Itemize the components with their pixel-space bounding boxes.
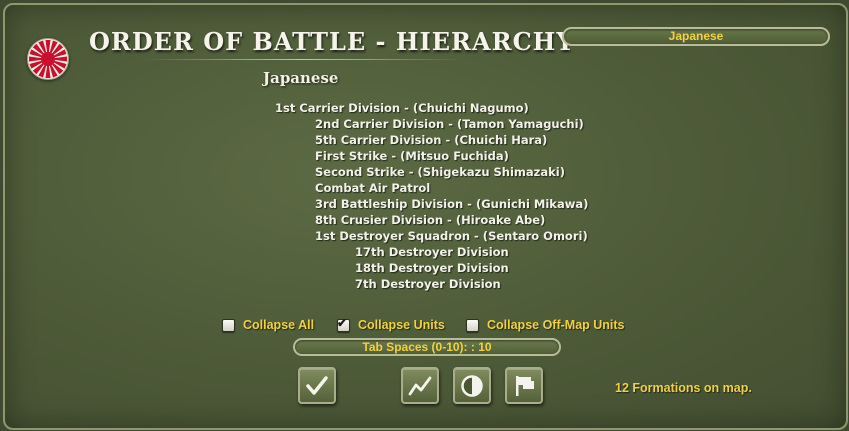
formation-item[interactable]: 1st Carrier Division - (Chuichi Nagumo): [275, 100, 529, 116]
collapse-units-label: Collapse Units: [358, 318, 445, 332]
collapse-units-checkbox[interactable]: ✔: [337, 315, 350, 332]
flag-button[interactable]: [505, 367, 543, 404]
line-graph-icon: [408, 376, 432, 395]
formation-item[interactable]: 5th Carrier Division - (Chuichi Hara): [315, 132, 547, 148]
tab-spaces-control[interactable]: Tab Spaces (0-10): : 10: [293, 338, 561, 356]
collapse-offmap-label: Collapse Off-Map Units: [487, 318, 625, 332]
formation-item[interactable]: First Strike - (Mitsuo Fuchida): [315, 148, 509, 164]
formation-item[interactable]: 8th Crusier Division - (Hiroake Abe): [315, 212, 545, 228]
formation-item[interactable]: 17th Destroyer Division: [355, 244, 509, 260]
formation-item[interactable]: Combat Air Patrol: [315, 180, 430, 196]
collapse-options: Collapse All ✔ Collapse Units Collapse O…: [5, 315, 849, 338]
collapse-all-checkbox[interactable]: [222, 318, 235, 332]
formation-item[interactable]: 2nd Carrier Division - (Tamon Yamaguchi): [315, 116, 584, 132]
contrast-icon: [461, 374, 483, 397]
collapse-all-label: Collapse All: [243, 318, 315, 332]
formation-item[interactable]: 18th Destroyer Division: [355, 260, 509, 276]
ok-button[interactable]: [298, 367, 336, 404]
japanese-flag-icon: [27, 38, 69, 80]
flag-icon: [516, 375, 534, 396]
collapse-units-option[interactable]: ✔ Collapse Units: [337, 315, 445, 332]
order-of-battle-dialog: ORDER OF BATTLE - HIERARCHY Japanese Jap…: [3, 3, 848, 430]
contrast-button[interactable]: [453, 367, 491, 404]
nation-selector[interactable]: Japanese: [562, 27, 830, 46]
formation-item[interactable]: 3rd Battleship Division - (Gunichi Mikaw…: [315, 196, 588, 212]
checkmark-icon: ✔: [337, 315, 348, 330]
formation-item[interactable]: 1st Destroyer Squadron - (Sentaro Omori): [315, 228, 588, 244]
dialog-title: ORDER OF BATTLE - HIERARCHY: [89, 27, 575, 56]
formation-item[interactable]: 7th Destroyer Division: [355, 276, 501, 292]
title-divider: [143, 59, 463, 60]
side-label: Japanese: [263, 69, 339, 87]
formation-item[interactable]: Second Strike - (Shigekazu Shimazaki): [315, 164, 565, 180]
checkmark-icon: [306, 375, 328, 395]
formations-status: 12 Formations on map.: [615, 381, 752, 395]
collapse-offmap-checkbox[interactable]: [466, 318, 479, 332]
line-graph-button[interactable]: [401, 367, 439, 404]
collapse-offmap-option[interactable]: Collapse Off-Map Units: [466, 318, 625, 332]
collapse-all-option[interactable]: Collapse All: [222, 318, 314, 332]
